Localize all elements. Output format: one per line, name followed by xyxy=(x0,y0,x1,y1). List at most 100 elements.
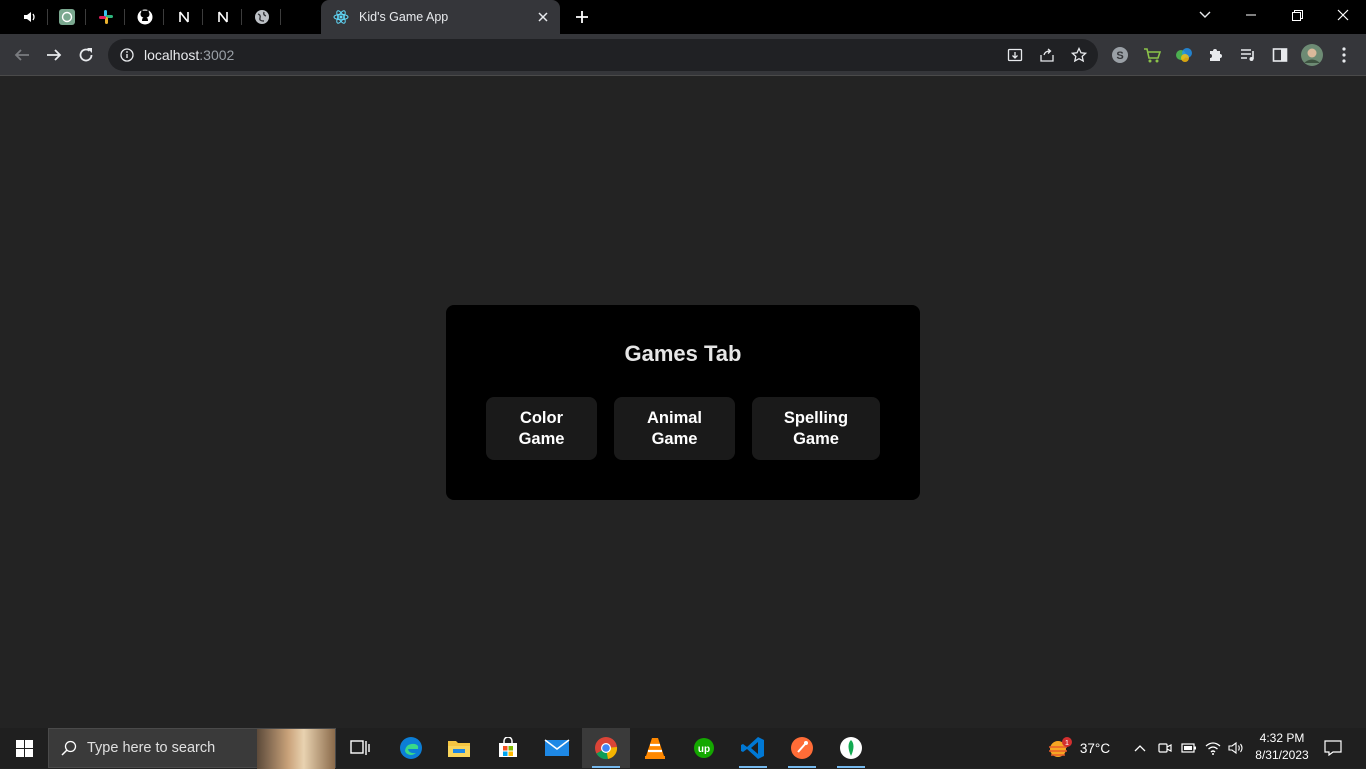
restore-icon xyxy=(1291,9,1303,21)
arrow-right-icon xyxy=(47,49,62,61)
speaker-icon xyxy=(24,12,35,22)
extensions-button[interactable] xyxy=(1206,45,1226,65)
task-view-button[interactable] xyxy=(336,728,384,768)
new-tab-button[interactable] xyxy=(568,4,596,30)
taskbar-file-explorer[interactable] xyxy=(435,728,483,768)
wifi-icon xyxy=(1205,742,1221,755)
weather-widget-icon[interactable]: 1 xyxy=(1044,728,1074,768)
pinned-tab-audio[interactable] xyxy=(10,0,48,34)
game-label-line1: Spelling xyxy=(783,408,849,427)
folder-icon xyxy=(448,741,470,757)
address-bar[interactable]: localhost:3002 xyxy=(108,39,1098,71)
close-icon xyxy=(1337,9,1349,21)
game-label-line2: Game xyxy=(793,429,839,448)
skype-extension[interactable]: S xyxy=(1110,45,1130,65)
cart-icon xyxy=(1144,48,1161,63)
color-game-button[interactable]: Color Game xyxy=(486,397,597,460)
skype-icon: S xyxy=(1112,47,1128,63)
taskbar-chrome[interactable] xyxy=(582,728,630,768)
store-icon xyxy=(499,737,517,757)
pinned-tab-web[interactable] xyxy=(243,0,281,34)
close-icon xyxy=(538,12,548,22)
taskbar-microsoft-store[interactable] xyxy=(484,728,532,768)
volume-control[interactable] xyxy=(1226,728,1246,768)
pinned-tab-github[interactable] xyxy=(126,0,164,34)
taskbar-vscode[interactable] xyxy=(729,728,777,768)
tab-search-button[interactable] xyxy=(1182,0,1228,30)
info-icon[interactable] xyxy=(120,48,134,62)
window-close-button[interactable] xyxy=(1320,0,1366,30)
minimize-icon xyxy=(1246,14,1256,16)
chatgpt-icon xyxy=(59,9,75,25)
arrow-left-icon xyxy=(14,49,29,61)
spelling-game-button[interactable]: Spelling Game xyxy=(752,397,880,460)
mongodb-icon xyxy=(840,737,862,759)
back-button[interactable] xyxy=(6,39,38,71)
pinned-tab-chatgpt[interactable] xyxy=(48,0,86,34)
bookmark-button[interactable] xyxy=(1069,45,1089,65)
globe-icon xyxy=(255,10,269,24)
edge-icon xyxy=(400,737,422,759)
animal-game-button[interactable]: Animal Game xyxy=(614,397,735,460)
puzzle-icon xyxy=(1210,49,1222,61)
network-status[interactable] xyxy=(1203,728,1223,768)
pinned-tab-slack[interactable] xyxy=(87,0,125,34)
browser-toolbar: localhost:3002 S xyxy=(0,34,1366,76)
share-button[interactable] xyxy=(1037,45,1057,65)
start-button[interactable] xyxy=(0,728,48,768)
pinned-tab-notion-1[interactable] xyxy=(165,0,203,34)
meet-now-button[interactable] xyxy=(1155,728,1175,768)
forward-button[interactable] xyxy=(38,39,70,71)
battery-icon xyxy=(1181,743,1196,753)
taskbar-edge[interactable] xyxy=(387,728,435,768)
minimize-button[interactable] xyxy=(1228,0,1274,30)
url-host: localhost xyxy=(144,47,200,63)
url-text: localhost:3002 xyxy=(144,47,234,63)
install-app-button[interactable] xyxy=(1005,45,1025,65)
tab-close-button[interactable] xyxy=(530,4,556,30)
show-hidden-icons-button[interactable] xyxy=(1130,728,1150,768)
page-title: Games Tab xyxy=(624,341,742,366)
reload-button[interactable] xyxy=(70,39,102,71)
install-icon xyxy=(1007,48,1023,62)
taskbar-mail[interactable] xyxy=(533,728,581,768)
plus-icon xyxy=(576,11,588,23)
profile-avatar[interactable] xyxy=(1300,43,1324,67)
search-icon xyxy=(61,740,77,756)
svg-text:up: up xyxy=(698,744,710,755)
notification-center-button[interactable] xyxy=(1320,728,1346,768)
color-wheel-icon xyxy=(1176,48,1192,62)
pinned-tab-notion-2[interactable] xyxy=(204,0,242,34)
media-control-button[interactable] xyxy=(1238,45,1258,65)
colorful-extension[interactable] xyxy=(1174,45,1194,65)
temperature[interactable]: 37°C xyxy=(1076,728,1114,768)
game-label-line1: Color xyxy=(519,408,564,427)
svg-text:S: S xyxy=(1116,50,1123,62)
page-viewport: Games Tab Color Game Animal Game Spelling G… xyxy=(0,77,1366,728)
windows-taskbar: Type here to search up 1 37°C 4:32 PM 8/… xyxy=(0,728,1366,769)
chrome-menu-button[interactable] xyxy=(1334,45,1354,65)
restore-button[interactable] xyxy=(1274,0,1320,30)
cart-extension[interactable] xyxy=(1142,45,1162,65)
side-panel-button[interactable] xyxy=(1270,45,1290,65)
tab-title: Kid's Game App xyxy=(359,10,449,24)
taskbar-vlc[interactable] xyxy=(631,728,679,768)
taskbar-search-box[interactable]: Type here to search xyxy=(48,728,336,769)
taskbar-mongodb-compass[interactable] xyxy=(827,728,875,768)
taskbar-postman[interactable] xyxy=(778,728,826,768)
taskbar-clock[interactable]: 4:32 PM 8/31/2023 xyxy=(1250,730,1314,764)
games-card: Games Tab Color Game Animal Game Spelling G… xyxy=(446,305,920,500)
vlc-icon xyxy=(645,738,665,759)
tab-kids-game-app[interactable]: Kid's Game App xyxy=(321,0,560,34)
chevron-down-icon xyxy=(1199,11,1211,18)
taskbar-upwork[interactable]: up xyxy=(680,728,728,768)
notification-icon xyxy=(1324,740,1342,756)
github-icon xyxy=(137,9,153,25)
reload-icon xyxy=(79,48,93,62)
star-icon xyxy=(1071,47,1087,63)
search-highlight-image xyxy=(257,729,335,769)
react-icon xyxy=(333,10,349,24)
vscode-icon xyxy=(741,737,764,759)
slack-icon xyxy=(99,10,113,24)
battery-status[interactable] xyxy=(1179,728,1199,768)
